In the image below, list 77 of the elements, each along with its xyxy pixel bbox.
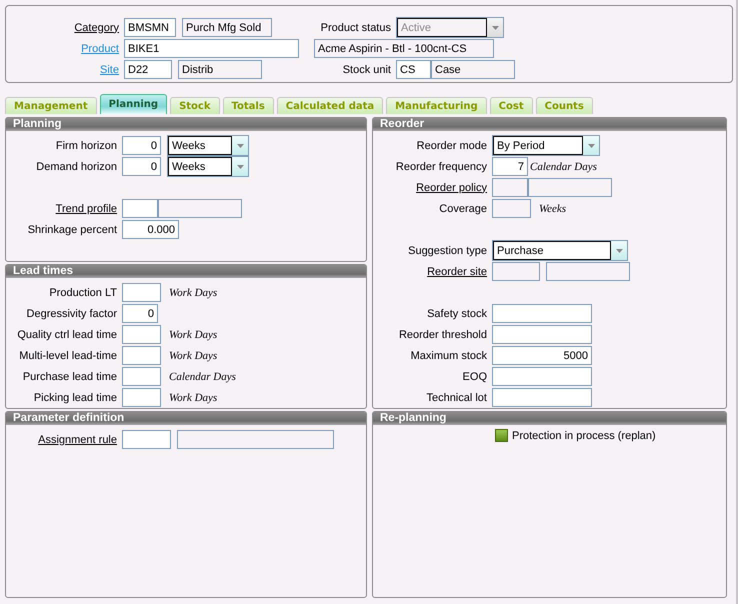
input-field[interactable]: 7 bbox=[492, 157, 528, 176]
input-field[interactable] bbox=[492, 304, 592, 323]
field-label: Maximum stock bbox=[410, 350, 487, 362]
input-field[interactable] bbox=[122, 346, 161, 365]
field-label: Firm horizon bbox=[54, 140, 117, 152]
display-field: Case bbox=[431, 60, 515, 79]
input-field[interactable]: BIKE1 bbox=[124, 39, 299, 58]
input-field[interactable] bbox=[122, 430, 171, 449]
field-label[interactable]: Category bbox=[6, 22, 119, 34]
field-label[interactable]: Trend profile bbox=[6, 202, 117, 214]
display-field: Purch Mfg Sold bbox=[182, 18, 272, 37]
field-label: Shrinkage percent bbox=[26, 224, 117, 236]
display-field bbox=[492, 178, 528, 197]
caret-icon bbox=[588, 144, 594, 148]
dropdown-field[interactable]: Purchase bbox=[492, 240, 628, 261]
unit-label: Work Days bbox=[169, 392, 218, 404]
input-field[interactable]: CS bbox=[396, 60, 431, 79]
input-field[interactable] bbox=[492, 388, 592, 407]
input-field[interactable]: BMSMN bbox=[124, 18, 176, 37]
field-label: Reorder threshold bbox=[398, 328, 487, 340]
unit-label: Calendar Days bbox=[169, 370, 236, 382]
dropdown-field[interactable]: By Period bbox=[492, 135, 600, 156]
dropdown-field[interactable]: Weeks bbox=[167, 156, 249, 177]
display-field bbox=[492, 199, 531, 218]
unit-label: Work Days bbox=[169, 350, 218, 362]
checkbox[interactable] bbox=[495, 429, 508, 442]
checkbox-label: Protection in process (replan) bbox=[512, 430, 656, 442]
field-label: EOQ bbox=[462, 370, 487, 382]
display-field bbox=[492, 262, 540, 281]
field-label: Safety stock bbox=[426, 308, 487, 320]
field-label: Degressivity factor bbox=[26, 308, 117, 320]
input-field[interactable] bbox=[492, 367, 592, 386]
caret-icon bbox=[236, 164, 244, 168]
field-label: Multi-level lead-time bbox=[18, 350, 117, 362]
field-label: Picking lead time bbox=[32, 392, 117, 404]
input-field[interactable]: 0 bbox=[122, 304, 158, 323]
caret-icon bbox=[236, 144, 244, 148]
field-label[interactable]: Assignment rule bbox=[6, 434, 117, 446]
panel-title: Planning bbox=[6, 118, 366, 131]
input-field[interactable]: 5000 bbox=[492, 346, 592, 365]
unit-label: Work Days bbox=[169, 328, 218, 340]
field-label: Product status bbox=[320, 22, 391, 34]
field-label: Production LT bbox=[48, 286, 117, 298]
input-field[interactable]: 0 bbox=[122, 157, 161, 176]
field-label: Reorder mode bbox=[416, 140, 487, 152]
caret-icon bbox=[616, 248, 622, 252]
panel-title: Reorder bbox=[373, 118, 726, 131]
field-label: Stock unit bbox=[342, 64, 391, 76]
display-field: Distrib bbox=[178, 60, 262, 79]
input-field[interactable] bbox=[122, 388, 161, 407]
dropdown-field[interactable]: Weeks bbox=[167, 135, 249, 156]
input-field[interactable] bbox=[122, 367, 161, 386]
input-field[interactable] bbox=[122, 283, 161, 302]
unit-label: Calendar Days bbox=[530, 160, 597, 172]
field-label: Suggestion type bbox=[407, 244, 487, 256]
field-label[interactable]: Reorder policy bbox=[373, 182, 487, 194]
display-field: Acme Aspirin - Btl - 100cnt-CS bbox=[314, 39, 494, 58]
caret-icon bbox=[492, 26, 498, 30]
panel-title: Re-planning bbox=[373, 412, 726, 425]
field-label: Quality ctrl lead time bbox=[16, 328, 117, 340]
field-label: Reorder frequency bbox=[394, 160, 487, 172]
unit-label: Weeks bbox=[539, 202, 566, 214]
input-field[interactable] bbox=[122, 325, 161, 344]
input-field[interactable]: 0 bbox=[122, 136, 161, 155]
input-field[interactable]: D22 bbox=[124, 60, 172, 79]
field-label[interactable]: Reorder site bbox=[373, 266, 487, 278]
field-label: Technical lot bbox=[425, 392, 487, 404]
input-field[interactable] bbox=[492, 325, 592, 344]
panel-title: Parameter definition bbox=[6, 412, 366, 425]
field-label: Purchase lead time bbox=[22, 370, 117, 382]
field-label: Coverage bbox=[438, 202, 487, 214]
unit-label: Work Days bbox=[169, 286, 218, 298]
input-field[interactable] bbox=[122, 199, 158, 218]
panel-title: Lead times bbox=[6, 265, 366, 278]
tab[interactable]: Planning bbox=[100, 94, 168, 114]
field-label: Demand horizon bbox=[35, 160, 117, 172]
input-field[interactable]: 0.000 bbox=[122, 220, 179, 239]
